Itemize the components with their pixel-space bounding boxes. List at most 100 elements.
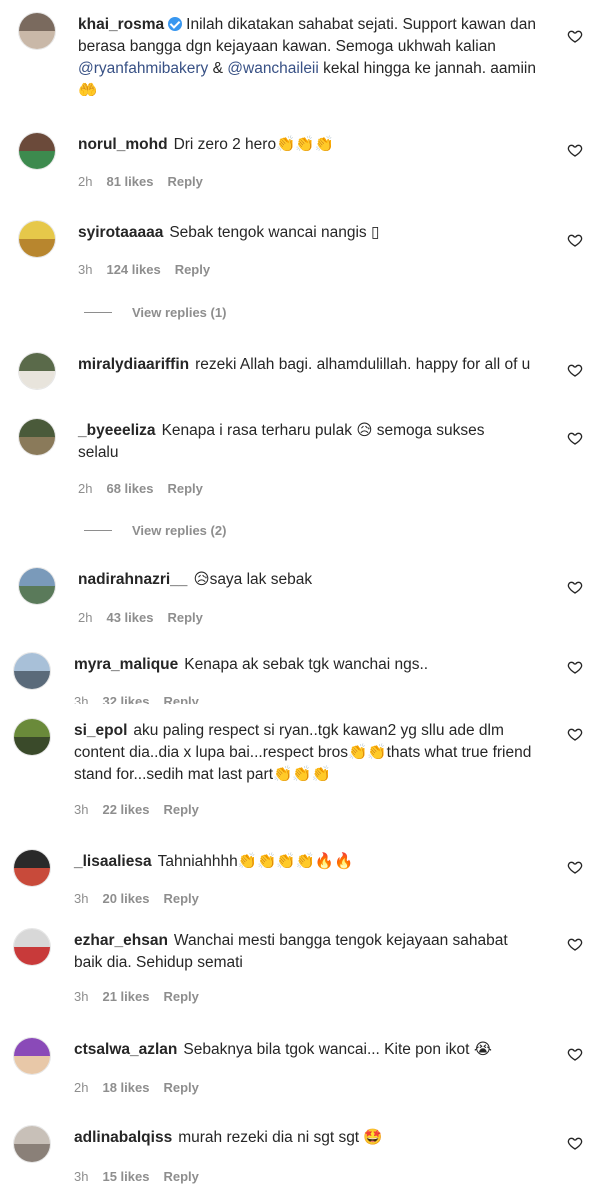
avatar-image: [19, 586, 55, 604]
avatar-image: [19, 133, 55, 151]
reply-button[interactable]: Reply: [163, 1169, 198, 1184]
avatar-image: [19, 151, 55, 169]
view-replies-button[interactable]: View replies (2): [84, 523, 226, 538]
likes-count-link[interactable]: 22 likes: [102, 802, 149, 817]
username-link[interactable]: khai_rosma: [78, 16, 164, 33]
reply-button[interactable]: Reply: [163, 694, 198, 704]
likes-count-link[interactable]: 21 likes: [102, 989, 149, 1004]
likes-count-link[interactable]: 68 likes: [106, 481, 153, 496]
comment-body: &: [208, 60, 228, 77]
comment-item: adlinabalqiss murah rezeki dia ni sgt sgt…: [0, 1125, 590, 1198]
avatar-image: [19, 371, 55, 389]
username-link[interactable]: ctsalwa_azlan: [74, 1041, 177, 1058]
username-link[interactable]: _lisaaliesa: [74, 853, 152, 870]
heart-outline-icon[interactable]: [567, 430, 583, 446]
avatar-image: [19, 13, 55, 31]
heart-outline-icon[interactable]: [567, 1135, 583, 1151]
username-link[interactable]: nadirahnazri__: [78, 571, 187, 588]
avatar[interactable]: [13, 928, 51, 966]
comment-text: _byeeeliza Kenapa i rasa terharu pulak 😥 …: [78, 420, 518, 464]
heart-outline-icon[interactable]: [567, 362, 583, 378]
comment-item: syirotaaaaa Sebak tengok wancai nangis ▯ 3…: [0, 220, 590, 340]
likes-count-link[interactable]: 32 likes: [102, 694, 149, 704]
avatar[interactable]: [18, 352, 56, 390]
divider-line: [84, 530, 112, 531]
comment-meta: 3h 22 likes Reply: [74, 802, 213, 817]
username-link[interactable]: adlinabalqiss: [74, 1129, 172, 1146]
avatar[interactable]: [13, 1037, 51, 1075]
avatar[interactable]: [13, 718, 51, 756]
heart-outline-icon[interactable]: [567, 579, 583, 595]
reply-button[interactable]: Reply: [163, 1080, 198, 1095]
comment-body: 😥saya lak sebak: [193, 571, 313, 588]
avatar[interactable]: [18, 567, 56, 605]
avatar[interactable]: [18, 220, 56, 258]
comment-text: norul_mohd Dri zero 2 hero👏👏👏: [78, 134, 548, 156]
heart-outline-icon[interactable]: [567, 232, 583, 248]
reply-button[interactable]: Reply: [163, 891, 198, 906]
avatar-image: [14, 737, 50, 755]
reply-button[interactable]: Reply: [175, 262, 210, 277]
likes-count-link[interactable]: 124 likes: [106, 262, 160, 277]
reply-button[interactable]: Reply: [167, 481, 202, 496]
heart-outline-icon[interactable]: [567, 936, 583, 952]
likes-count-link[interactable]: 20 likes: [102, 891, 149, 906]
avatar[interactable]: [13, 652, 51, 690]
avatar-image: [19, 353, 55, 371]
username-link[interactable]: si_epol: [74, 722, 127, 739]
avatar[interactable]: [13, 849, 51, 887]
username-link[interactable]: ezhar_ehsan: [74, 932, 168, 949]
heart-outline-icon[interactable]: [567, 659, 583, 675]
comment-meta: 2h 18 likes Reply: [74, 1080, 213, 1095]
avatar[interactable]: [18, 132, 56, 170]
comment-text: si_epol aku paling respect si ryan..tgk k…: [74, 720, 534, 786]
avatar-image: [14, 868, 50, 886]
username-link[interactable]: syirotaaaaa: [78, 224, 163, 241]
comment-text: myra_malique Kenapa ak sebak tgk wanchai …: [74, 654, 544, 676]
avatar[interactable]: [18, 12, 56, 50]
likes-count-link[interactable]: 18 likes: [102, 1080, 149, 1095]
username-link[interactable]: _byeeeliza: [78, 422, 156, 439]
avatar[interactable]: [13, 1125, 51, 1163]
heart-outline-icon[interactable]: [567, 1046, 583, 1062]
mention-link[interactable]: @ryanfahmibakery: [78, 60, 208, 77]
comment-item: ezhar_ehsan Wanchai mesti bangga tengok k…: [0, 928, 590, 1048]
reply-button[interactable]: Reply: [167, 610, 202, 625]
username-link[interactable]: miralydiaariffin: [78, 356, 189, 373]
timestamp: 3h: [74, 891, 89, 906]
comment-text: adlinabalqiss murah rezeki dia ni sgt sgt…: [74, 1127, 544, 1149]
reply-button[interactable]: Reply: [167, 174, 202, 189]
heart-outline-icon[interactable]: [567, 28, 583, 44]
reply-button[interactable]: Reply: [163, 989, 198, 1004]
comment-item: myra_malique Kenapa ak sebak tgk wanchai …: [0, 652, 590, 704]
reply-button[interactable]: Reply: [163, 802, 198, 817]
avatar-image: [14, 653, 50, 671]
avatar-image: [14, 929, 50, 947]
username-link[interactable]: myra_malique: [74, 656, 178, 673]
divider-line: [84, 312, 112, 313]
comment-item: _byeeeliza Kenapa i rasa terharu pulak 😥 …: [0, 418, 590, 538]
mention-link[interactable]: @wanchaileii: [227, 60, 319, 77]
timestamp: 3h: [74, 989, 89, 1004]
comment-text: nadirahnazri__ 😥saya lak sebak: [78, 569, 548, 591]
timestamp: 2h: [78, 481, 93, 496]
comment-text: syirotaaaaa Sebak tengok wancai nangis ▯: [78, 222, 548, 244]
username-link[interactable]: norul_mohd: [78, 136, 168, 153]
likes-count-link[interactable]: 15 likes: [102, 1169, 149, 1184]
timestamp: 2h: [74, 1080, 89, 1095]
heart-outline-icon[interactable]: [567, 726, 583, 742]
avatar-image: [14, 1126, 50, 1144]
view-replies-button[interactable]: View replies (1): [84, 305, 226, 320]
avatar-image: [14, 850, 50, 868]
comment-text: ezhar_ehsan Wanchai mesti bangga tengok k…: [74, 930, 534, 974]
avatar-image: [19, 568, 55, 586]
likes-count-link[interactable]: 81 likes: [106, 174, 153, 189]
comment-meta: 2h 43 likes Reply: [78, 610, 217, 625]
avatar-image: [14, 1038, 50, 1056]
comment-body: Sebaknya bila tgok wancai... Kite pon ik…: [183, 1041, 492, 1058]
heart-outline-icon[interactable]: [567, 142, 583, 158]
heart-outline-icon[interactable]: [567, 859, 583, 875]
avatar-image: [14, 947, 50, 965]
likes-count-link[interactable]: 43 likes: [106, 610, 153, 625]
avatar[interactable]: [18, 418, 56, 456]
